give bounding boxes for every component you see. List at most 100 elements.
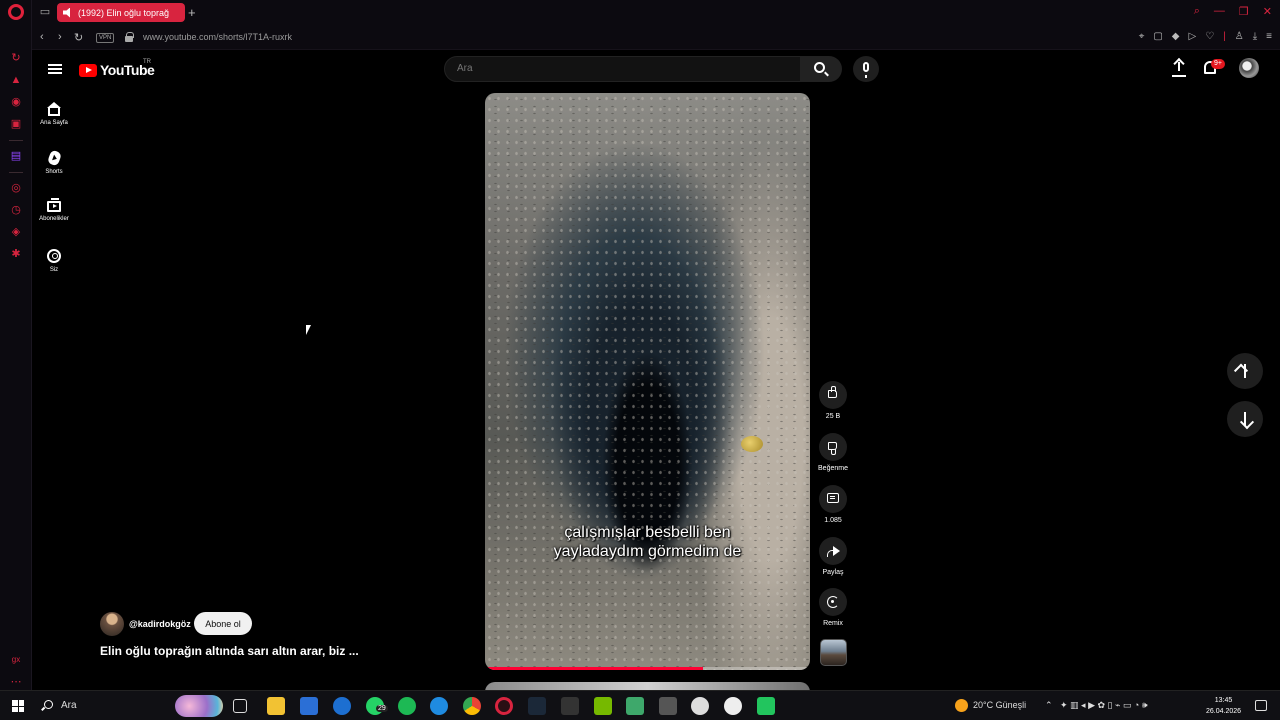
new-tab-button[interactable]: + — [188, 5, 196, 20]
tray-icons[interactable]: ✦ ▥ ◂ ▶ ✿ ▯ ⌁ ▭ ◔ 🕪 — [1060, 700, 1148, 711]
more-icon[interactable]: ⋯ — [10, 676, 22, 688]
previous-short-arrow-up-icon[interactable] — [1227, 353, 1263, 389]
like-action[interactable]: 25 B — [816, 381, 850, 420]
outlook-icon[interactable] — [333, 697, 351, 715]
channel-avatar[interactable] — [100, 612, 124, 636]
clock-time: 13:45 — [1214, 697, 1233, 704]
remix-action[interactable]: Remix — [816, 588, 850, 627]
comment-count: 1.085 — [824, 517, 842, 524]
search-tabs-icon[interactable]: ⌕ — [1194, 5, 1200, 18]
channel-name[interactable]: @kadirdokgöz — [129, 619, 191, 629]
windows-start-icon[interactable] — [12, 700, 24, 712]
shorts-icon — [46, 149, 62, 167]
settings-gear-icon[interactable]: ✱ — [10, 248, 22, 260]
shorts-video-player[interactable]: çalışmışlar besbelli ben yayladaydım gör… — [485, 93, 810, 670]
chrome-icon[interactable] — [463, 697, 481, 715]
menu-icon[interactable]: ≡ — [1266, 31, 1272, 42]
sidebar-item-you[interactable]: Siz — [34, 249, 74, 273]
lock-icon[interactable] — [125, 32, 134, 42]
system-clock[interactable]: 13:45 26.04.2026 — [1206, 695, 1241, 717]
notification-center-icon[interactable] — [1255, 700, 1267, 711]
tab-menu-icon[interactable]: ▭ — [38, 6, 52, 18]
history-icon[interactable]: ◷ — [10, 204, 22, 216]
sidebar-item-home[interactable]: Ana Sayfa — [34, 102, 74, 126]
remix-button[interactable] — [819, 588, 847, 616]
windows-taskbar: Ara 20°C Güneşli ⌃ ✦ ▥ ◂ ▶ ✿ ▯ ⌁ ▭ ◔ 🕪 1… — [0, 690, 1280, 720]
weather-sun-icon[interactable] — [955, 699, 968, 712]
adblock-shield-icon[interactable]: ◆ — [1172, 31, 1180, 42]
comments-action[interactable]: 1.085 — [816, 485, 850, 524]
search-button[interactable] — [800, 56, 842, 82]
gx-icon[interactable]: gx — [10, 654, 22, 666]
opera-logo-icon[interactable] — [8, 4, 24, 20]
sidebar-item-shorts[interactable]: Shorts — [34, 149, 74, 175]
download-icon[interactable]: ⤓ — [1253, 31, 1257, 42]
file-explorer-icon[interactable] — [267, 697, 285, 715]
dislike-button[interactable] — [819, 433, 847, 461]
spotify-icon[interactable] — [398, 697, 416, 715]
opera-gx-icon[interactable] — [495, 697, 513, 715]
next-short-arrow-down-icon[interactable] — [1227, 401, 1263, 437]
sidebar-item-subscriptions[interactable]: Abonelikler — [34, 198, 74, 222]
close-icon[interactable]: ✕ — [1263, 5, 1272, 18]
back-chevron-icon[interactable]: ‹ — [40, 31, 44, 43]
weather-text[interactable]: 20°C Güneşli — [973, 700, 1026, 710]
search-input[interactable] — [457, 63, 777, 74]
upload-icon[interactable] — [1172, 60, 1186, 76]
reload-icon[interactable]: ↻ — [74, 31, 83, 44]
url-field[interactable]: www.youtube.com/shorts/l7T1A-ruxrk — [143, 32, 292, 42]
messenger-icon[interactable]: ◉ — [10, 96, 22, 108]
dislike-action[interactable]: Beğenme — [816, 433, 850, 472]
like-button[interactable] — [819, 381, 847, 409]
nvidia-icon[interactable] — [594, 697, 612, 715]
flow-send-icon[interactable]: ▷ — [1188, 31, 1196, 42]
opera-sidebar: ↻ ▲ ◉ ▣ ▤ ◎ ◷ ◈ ✱ gx ⋯ — [0, 0, 32, 690]
steam-icon[interactable] — [528, 697, 546, 715]
edge-icon[interactable] — [430, 697, 448, 715]
rail-divider — [9, 172, 23, 173]
tab-strip: ▭ (1992) Elin oğlu toprağ + ⌕ — ❐ ✕ — [32, 0, 1280, 25]
speaker-icon[interactable] — [63, 7, 70, 18]
epic-games-icon[interactable] — [561, 697, 579, 715]
vpn-badge[interactable]: VPN — [96, 33, 115, 43]
app-circle-icon[interactable] — [724, 697, 742, 715]
snapshot-icon[interactable]: ▢ — [1153, 31, 1162, 42]
app-green-icon[interactable] — [757, 697, 775, 715]
sound-thumbnail[interactable] — [820, 639, 847, 666]
task-view-icon[interactable] — [233, 699, 247, 713]
mail-icon[interactable]: ▣ — [10, 118, 22, 130]
pin-icon[interactable]: ⌖ — [1139, 31, 1145, 42]
comments-button[interactable] — [819, 485, 847, 513]
pinboard-icon[interactable]: ◈ — [10, 226, 22, 238]
voice-search-button[interactable] — [853, 56, 879, 82]
region-code: TR — [143, 59, 151, 65]
youtube-page: YouTube TR 9+ Ana Sayfa Shorts Abonelikl… — [32, 50, 1280, 692]
share-action[interactable]: Paylaş — [816, 537, 850, 576]
progress-bar[interactable] — [485, 667, 703, 670]
account-avatar[interactable] — [1239, 58, 1259, 78]
tray-overflow-chevron-icon[interactable]: ⌃ — [1045, 700, 1053, 711]
guide-menu-icon[interactable] — [48, 64, 62, 74]
twitch-icon[interactable]: ▤ — [10, 150, 22, 162]
shopping-bag-icon[interactable]: ▲ — [10, 74, 22, 86]
search-box[interactable] — [444, 56, 801, 82]
short-title[interactable]: Elin oğlu toprağın altında sarı altın ar… — [100, 644, 359, 658]
obs-icon[interactable] — [691, 697, 709, 715]
share-icon — [827, 545, 840, 557]
sidebar-item-label: Ana Sayfa — [40, 120, 68, 126]
refresh-icon[interactable]: ↻ — [10, 52, 22, 64]
forward-chevron-icon[interactable]: › — [58, 31, 62, 43]
play-launcher-icon[interactable] — [626, 697, 644, 715]
profile-icon[interactable]: ♙ — [1235, 31, 1244, 42]
heart-icon[interactable]: ♡ — [1205, 31, 1214, 42]
app-icon[interactable] — [659, 697, 677, 715]
minimize-icon[interactable]: — — [1214, 5, 1225, 18]
maximize-icon[interactable]: ❐ — [1239, 5, 1249, 18]
remix-icon — [827, 596, 839, 608]
player-icon[interactable]: ◎ — [10, 182, 22, 194]
subscribe-button[interactable]: Abone ol — [194, 612, 252, 635]
microsoft-store-icon[interactable] — [300, 697, 318, 715]
active-tab[interactable]: (1992) Elin oğlu toprağ — [57, 3, 185, 22]
share-button[interactable] — [819, 537, 847, 565]
search-highlight-art[interactable] — [175, 695, 223, 717]
